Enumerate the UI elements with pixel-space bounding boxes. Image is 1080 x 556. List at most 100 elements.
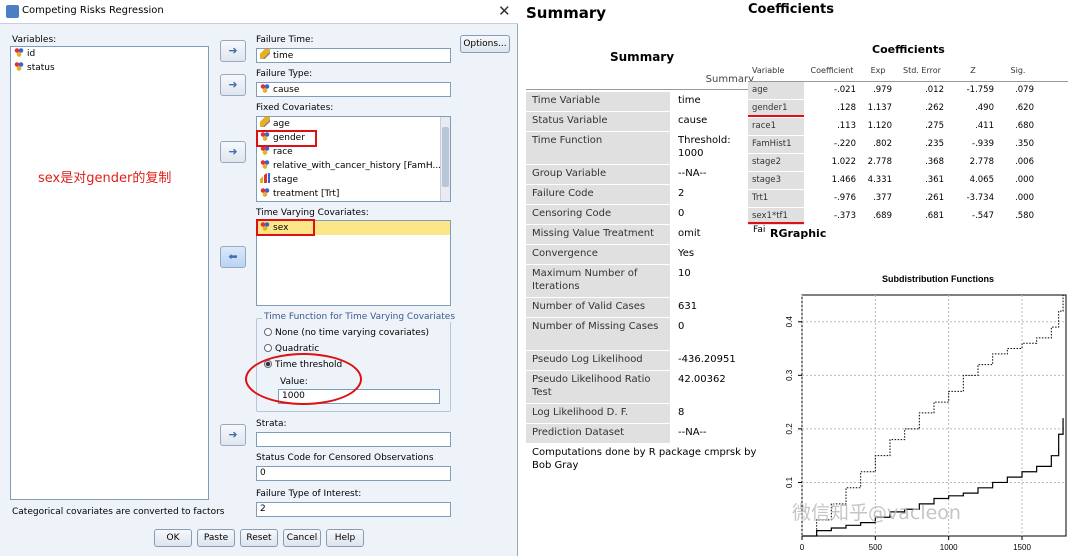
failure-time-value: time <box>273 51 294 61</box>
summary-divider <box>526 89 758 90</box>
move-time-varying-button[interactable]: ⬅ <box>220 246 246 268</box>
coef-cell: .411 <box>975 121 994 131</box>
summary-row: Censoring Code 0 <box>526 205 758 225</box>
y-tick-label: 0.2 <box>785 423 794 435</box>
coef-variable: age <box>748 82 804 99</box>
covariate-name: race <box>273 147 293 157</box>
coefficients-heading: Coefficients <box>748 2 834 17</box>
summary-label: Prediction Dataset <box>526 424 670 443</box>
strata-field[interactable] <box>256 432 451 447</box>
summary-row: Group Variable --NA-- <box>526 165 758 185</box>
coef-variable: FamHist1 <box>748 136 804 153</box>
sex-underline <box>748 222 804 224</box>
x-tick-label: 0 <box>800 543 805 552</box>
coef-cell: .012 <box>925 85 944 95</box>
coef-cell: .620 <box>1015 103 1034 113</box>
coef-cell: .350 <box>1015 139 1034 149</box>
coef-cell: -.939 <box>972 139 994 149</box>
coef-cell: .377 <box>873 193 892 203</box>
summary-value: 631 <box>670 298 758 317</box>
coef-column-header: Variable <box>752 66 785 75</box>
pencil-icon <box>260 117 270 127</box>
coef-cell: .235 <box>925 139 944 149</box>
summary-value: --NA-- <box>670 165 758 184</box>
status-code-field[interactable]: 0 <box>256 466 451 481</box>
coefficients-table-title: Coefficients <box>872 43 945 56</box>
coef-cell: -1.759 <box>966 85 994 95</box>
gender-highlight-box <box>256 130 317 147</box>
coef-cell: -3.734 <box>966 193 994 203</box>
summary-label: Group Variable <box>526 165 670 184</box>
reset-button[interactable]: Reset <box>240 529 278 547</box>
summary-row: Time Variable time <box>526 92 758 112</box>
coef-row: race1 .113 1.120 .275 .411 .680 <box>748 118 1068 136</box>
pencil-icon <box>260 49 270 59</box>
failure-type-field[interactable]: cause <box>256 82 451 97</box>
options-button[interactable]: Options... <box>460 35 510 53</box>
list-item[interactable]: stage <box>257 173 450 187</box>
coef-column-header: Exp <box>870 66 886 75</box>
list-item[interactable]: treatment [Trt] <box>257 187 450 201</box>
coef-cell: 2.778 <box>867 157 892 167</box>
radio-icon[interactable] <box>264 328 272 336</box>
summary-label: Number of Missing Cases <box>526 318 670 350</box>
annotation-text: sex是对gender的复制 <box>38 171 172 186</box>
scrollbar-thumb[interactable] <box>442 127 449 187</box>
move-failure-time-button[interactable]: ➜ <box>220 40 246 62</box>
fixed-covariates-list[interactable]: age gender race relative_with_cancer_his… <box>256 116 451 202</box>
paste-button[interactable]: Paste <box>197 529 235 547</box>
covariate-name: relative_with_cancer_history [FamH... <box>273 161 442 171</box>
x-tick-label: 500 <box>869 543 883 552</box>
radio-none[interactable]: None (no time varying covariates) <box>264 328 429 338</box>
summary-row: Missing Value Treatment omit <box>526 225 758 245</box>
nominal-icon <box>260 159 270 169</box>
failure-interest-field[interactable]: 2 <box>256 502 451 517</box>
summary-label: Time Variable <box>526 92 670 111</box>
coef-cell: .689 <box>873 211 892 221</box>
coef-cell: -.976 <box>834 193 856 203</box>
summary-row: Convergence Yes <box>526 245 758 265</box>
summary-row: Status Variable cause <box>526 112 758 132</box>
ok-button[interactable]: OK <box>154 529 192 547</box>
scrollbar[interactable] <box>440 117 450 201</box>
summary-row: Number of Missing Cases 0 <box>526 318 758 351</box>
variables-list[interactable]: id status <box>10 46 209 500</box>
summary-value: cause <box>670 112 758 131</box>
help-button[interactable]: Help <box>326 529 364 547</box>
cancel-button[interactable]: Cancel <box>283 529 321 547</box>
summary-table-title: Summary <box>610 50 675 64</box>
move-strata-button[interactable]: ➜ <box>220 424 246 446</box>
list-item[interactable]: status <box>11 61 208 75</box>
radio-icon[interactable] <box>264 344 272 352</box>
competing-risks-dialog: Competing Risks Regression ✕ Variables: … <box>0 0 518 556</box>
failure-type-label: Failure Type: <box>256 69 313 79</box>
move-failure-type-button[interactable]: ➜ <box>220 74 246 96</box>
summary-value: omit <box>670 225 758 244</box>
sex-highlight-box <box>256 219 315 236</box>
list-item[interactable]: age <box>257 117 450 131</box>
title-bar: Competing Risks Regression ✕ <box>0 0 518 24</box>
summary-row: Maximum Number of Iterations 10 <box>526 265 758 298</box>
summary-value: time <box>670 92 758 111</box>
list-item[interactable]: relative_with_cancer_history [FamH... <box>257 159 450 173</box>
chart-title: Subdistribution Functions <box>882 274 994 284</box>
coef-cell: .361 <box>925 175 944 185</box>
coef-cell: -.021 <box>834 85 856 95</box>
coef-row: age -.021 .979 .012 -1.759 .079 <box>748 82 1068 100</box>
nominal-icon <box>260 83 270 93</box>
list-item[interactable]: race <box>257 145 450 159</box>
coef-cell: .000 <box>1015 175 1034 185</box>
footnote: Categorical covariates are converted to … <box>12 507 225 517</box>
summary-label: Convergence <box>526 245 670 264</box>
coef-cell: .261 <box>925 193 944 203</box>
coef-variable: stage2 <box>748 154 804 171</box>
summary-value: Threshold: 1000 <box>670 132 758 164</box>
failure-time-field[interactable]: time <box>256 48 451 63</box>
covariate-name: stage <box>273 175 298 185</box>
list-item[interactable]: id <box>11 47 208 61</box>
coef-cell: -.220 <box>834 139 856 149</box>
close-icon[interactable]: ✕ <box>498 2 511 20</box>
move-fixed-covariates-button[interactable]: ➜ <box>220 141 246 163</box>
summary-row: Prediction Dataset --NA-- <box>526 424 758 444</box>
failure-time-label: Failure Time: <box>256 35 314 45</box>
